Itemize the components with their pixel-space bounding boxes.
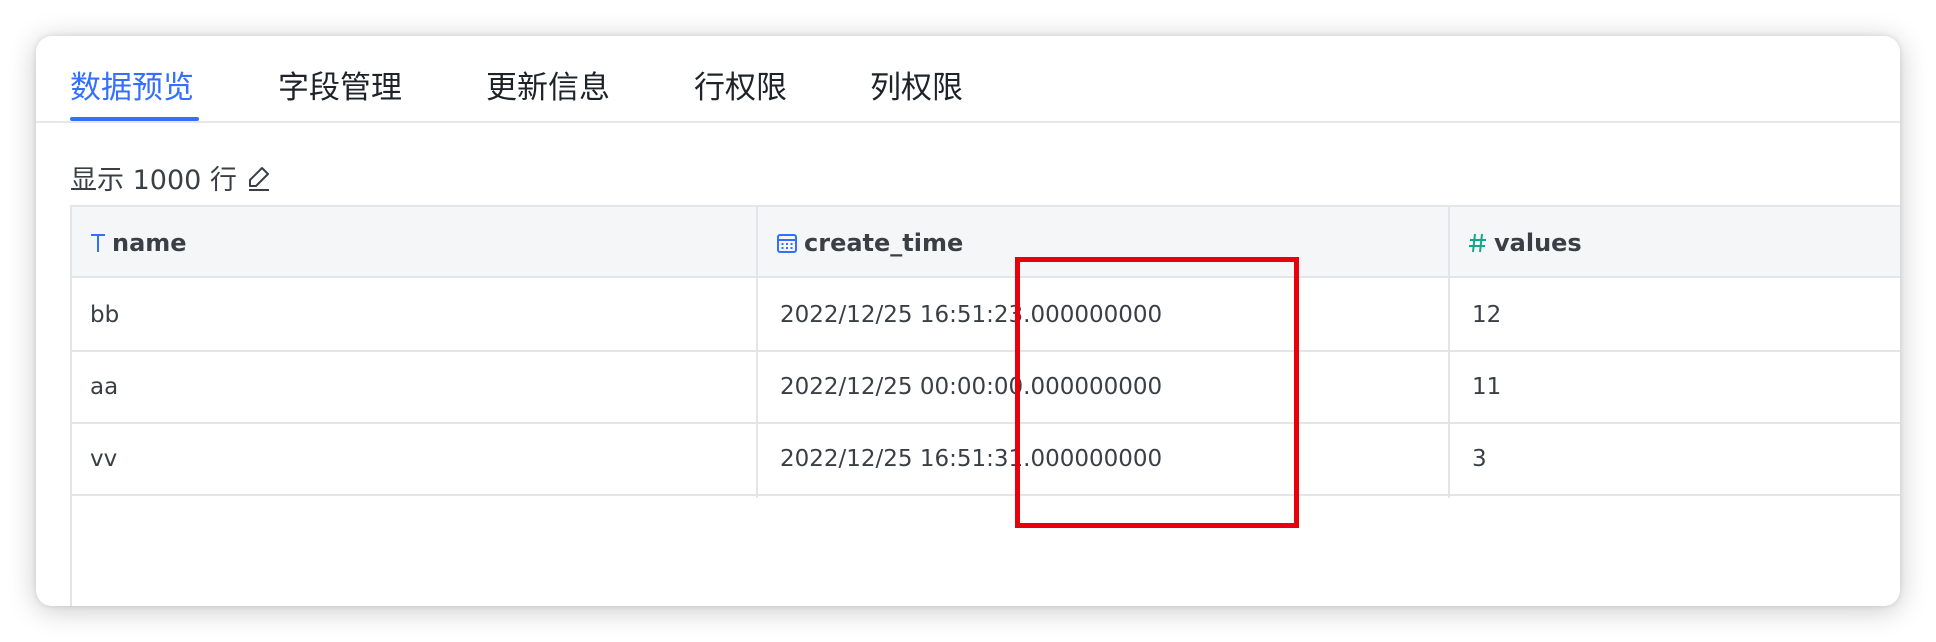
- tab-bar: 数据预览 字段管理 更新信息 行权限 列权限: [36, 36, 1900, 123]
- column-header-create-time[interactable]: create_time: [758, 207, 1448, 278]
- data-preview-table: name create_time values bb 2022/12/25 16…: [70, 205, 1900, 606]
- row-count-setting: 显示 1000 行: [70, 158, 273, 197]
- calendar-icon: [776, 232, 798, 254]
- dataset-panel: 数据预览 字段管理 更新信息 行权限 列权限 显示 1000 行 name cr…: [36, 36, 1900, 606]
- text-type-icon: [90, 232, 106, 254]
- column-header-values[interactable]: values: [1450, 207, 1900, 278]
- table-cell: aa: [90, 374, 119, 400]
- number-type-icon: [1468, 232, 1488, 254]
- table-cell: 11: [1472, 374, 1502, 400]
- row-count-label: 显示 1000 行: [70, 165, 237, 196]
- table-cell: 2022/12/25 00:00:00.000000000: [780, 374, 1163, 400]
- column-header-label: create_time: [804, 228, 964, 257]
- table-cell: 12: [1472, 302, 1502, 328]
- table-cell: 2022/12/25 16:51:31.000000000: [780, 446, 1163, 472]
- tab-data-preview[interactable]: 数据预览: [70, 62, 194, 107]
- column-header-label: values: [1494, 228, 1582, 257]
- table-cell: bb: [90, 302, 120, 328]
- tab-column-permission[interactable]: 列权限: [870, 62, 963, 107]
- tab-row-permission[interactable]: 行权限: [694, 62, 787, 107]
- edit-icon[interactable]: [245, 164, 273, 192]
- row-divider: [72, 494, 1900, 496]
- tab-update-info[interactable]: 更新信息: [486, 62, 610, 107]
- active-tab-indicator: [70, 117, 199, 121]
- table-cell: 2022/12/25 16:51:23.000000000: [780, 302, 1163, 328]
- column-header-label: name: [112, 228, 187, 257]
- tab-field-management[interactable]: 字段管理: [278, 62, 402, 107]
- table-cell: vv: [90, 446, 118, 472]
- column-header-name[interactable]: name: [72, 207, 756, 278]
- table-cell: 3: [1472, 446, 1487, 472]
